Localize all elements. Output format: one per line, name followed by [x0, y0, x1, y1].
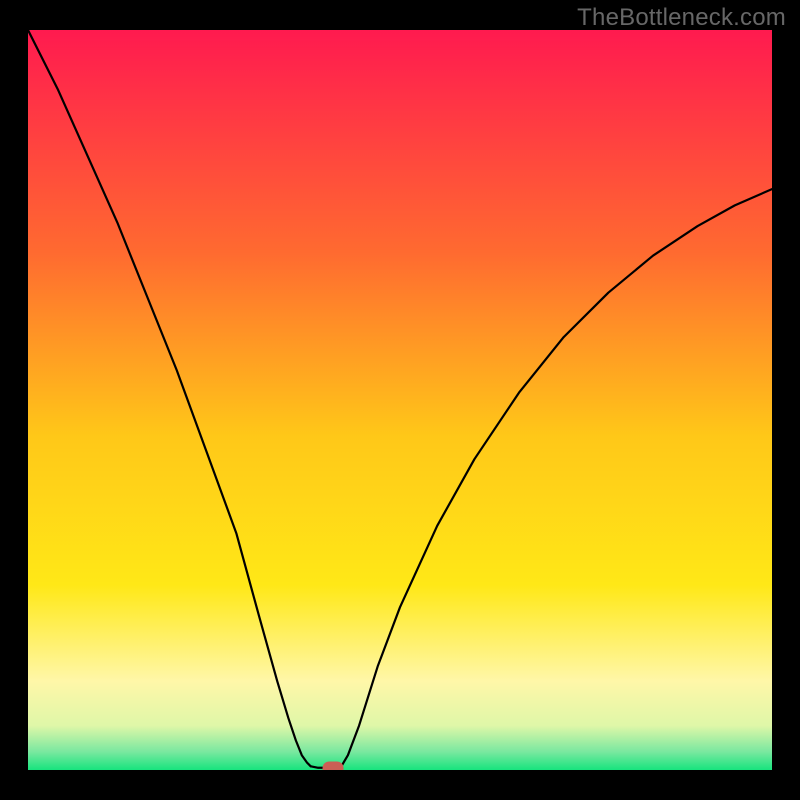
chart-svg: [28, 30, 772, 770]
gradient-background: [28, 30, 772, 770]
chart-frame: TheBottleneck.com: [0, 0, 800, 800]
plot-area: [28, 30, 772, 770]
watermark-text: TheBottleneck.com: [577, 4, 786, 32]
optimum-marker: [323, 762, 343, 770]
